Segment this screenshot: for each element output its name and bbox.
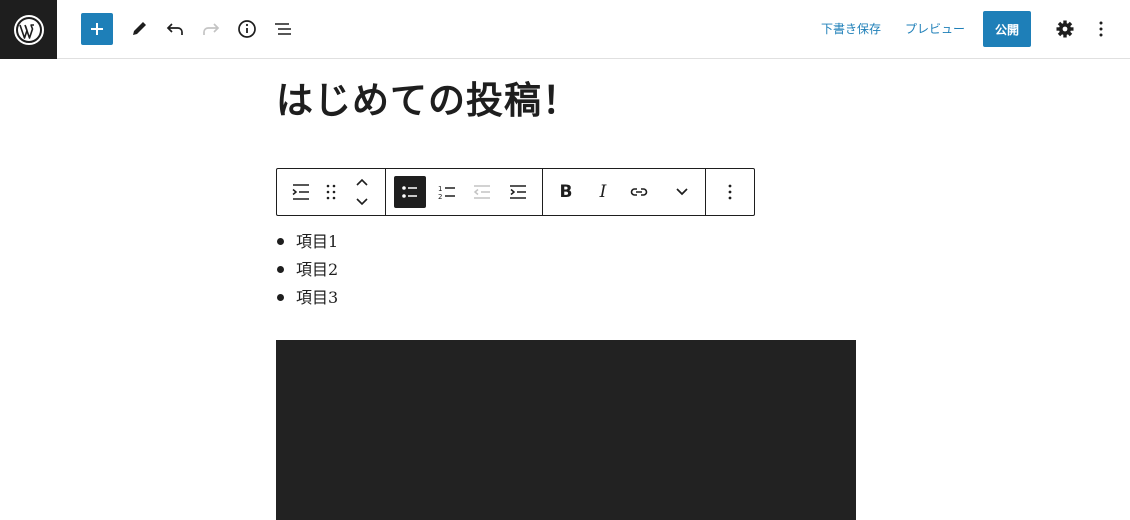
info-icon bbox=[238, 20, 256, 38]
list-item[interactable]: 項目2 bbox=[276, 256, 338, 284]
outdent-icon bbox=[473, 185, 490, 199]
block-toolbar: 1 2 B I bbox=[276, 168, 755, 216]
publish-button[interactable]: 公開 bbox=[983, 11, 1031, 47]
toolbar-divider bbox=[385, 169, 386, 215]
save-draft-button[interactable]: 下書き保存 bbox=[821, 19, 881, 39]
pencil-icon bbox=[133, 22, 146, 35]
plus-icon bbox=[91, 23, 103, 35]
move-up-button[interactable] bbox=[347, 172, 377, 192]
list-view-icon bbox=[275, 23, 291, 35]
italic-button[interactable]: I bbox=[588, 177, 618, 207]
block-options-button[interactable] bbox=[715, 177, 745, 207]
move-down-icon bbox=[356, 198, 368, 206]
svg-text:2: 2 bbox=[438, 193, 442, 201]
settings-button[interactable] bbox=[1050, 14, 1080, 44]
link-button[interactable] bbox=[624, 177, 654, 207]
details-button[interactable] bbox=[232, 14, 262, 44]
video-block[interactable] bbox=[276, 340, 856, 520]
more-vertical-icon bbox=[1099, 21, 1103, 37]
editor-header: 下書き保存 プレビュー 公開 bbox=[0, 0, 1130, 59]
tools-button[interactable] bbox=[124, 14, 154, 44]
ordered-list-icon: 1 2 bbox=[438, 185, 455, 201]
undo-icon bbox=[166, 23, 183, 35]
list-item[interactable]: 項目1 bbox=[276, 228, 338, 256]
move-up-icon bbox=[356, 178, 368, 186]
list-item[interactable]: 項目3 bbox=[276, 284, 338, 312]
gear-icon bbox=[1056, 20, 1074, 38]
list-block[interactable]: 項目1 項目2 項目3 bbox=[276, 228, 338, 312]
outdent-button[interactable] bbox=[467, 177, 497, 207]
list-view-button[interactable] bbox=[268, 14, 298, 44]
bold-icon: B bbox=[559, 182, 573, 202]
preview-button[interactable]: プレビュー bbox=[905, 19, 965, 39]
redo-icon bbox=[203, 23, 220, 35]
indent-icon bbox=[510, 185, 526, 199]
unordered-list-button[interactable] bbox=[394, 176, 426, 208]
link-icon bbox=[630, 188, 648, 196]
add-block-button[interactable] bbox=[81, 13, 113, 45]
more-vertical-icon bbox=[728, 184, 732, 200]
redo-button[interactable] bbox=[196, 14, 226, 44]
ordered-list-button[interactable]: 1 2 bbox=[432, 177, 462, 207]
post-title[interactable]: はじめての投稿！ bbox=[276, 70, 580, 124]
list-block-icon bbox=[292, 184, 309, 200]
toolbar-divider bbox=[705, 169, 706, 215]
more-rich-text-button[interactable] bbox=[667, 177, 697, 207]
unordered-list-icon bbox=[402, 186, 417, 198]
drag-handle-icon bbox=[326, 184, 336, 200]
block-type-button[interactable] bbox=[286, 177, 316, 207]
toolbar-divider bbox=[542, 169, 543, 215]
bold-button[interactable]: B bbox=[551, 177, 581, 207]
undo-button[interactable] bbox=[160, 14, 190, 44]
chevron-down-icon bbox=[676, 188, 688, 196]
wordpress-logo-icon[interactable] bbox=[0, 0, 57, 59]
options-button[interactable] bbox=[1086, 14, 1116, 44]
indent-button[interactable] bbox=[503, 177, 533, 207]
svg-text:1: 1 bbox=[438, 185, 442, 193]
italic-icon: I bbox=[599, 182, 607, 202]
drag-handle-button[interactable] bbox=[316, 177, 346, 207]
move-down-button[interactable] bbox=[347, 192, 377, 212]
